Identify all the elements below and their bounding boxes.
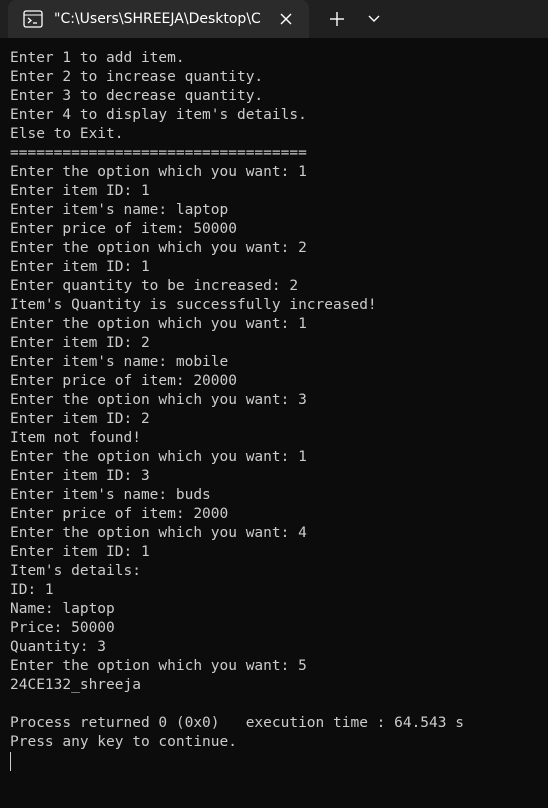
terminal-output[interactable]: Enter 1 to add item. Enter 2 to increase… — [0, 38, 548, 808]
text-cursor — [10, 752, 11, 771]
terminal-line: Enter quantity to be increased: 2 — [10, 278, 299, 294]
tab-title: "C:\Users\SHREEJA\Desktop\C — [54, 11, 261, 27]
terminal-line: Enter the option which you want: 1 — [10, 449, 307, 465]
terminal-tab[interactable]: "C:\Users\SHREEJA\Desktop\C — [8, 0, 309, 38]
terminal-line: Enter item's name: mobile — [10, 354, 229, 370]
terminal-line: Enter 3 to decrease quantity. — [10, 88, 264, 104]
terminal-line: Enter the option which you want: 5 — [10, 658, 307, 674]
terminal-line: Else to Exit. — [10, 126, 124, 142]
terminal-line: Enter item ID: 2 — [10, 335, 150, 351]
terminal-line: Enter price of item: 50000 — [10, 221, 237, 237]
terminal-line: Name: laptop — [10, 601, 115, 617]
terminal-line: Price: 50000 — [10, 620, 115, 636]
close-icon[interactable] — [276, 9, 296, 29]
terminal-line: Enter item's name: laptop — [10, 202, 229, 218]
terminal-line: Item's details: — [10, 563, 141, 579]
terminal-line: Enter the option which you want: 3 — [10, 392, 307, 408]
terminal-line: Enter price of item: 20000 — [10, 373, 237, 389]
terminal-line: Quantity: 3 — [10, 639, 107, 655]
plus-icon[interactable] — [322, 6, 352, 32]
terminal-line: Enter 2 to increase quantity. — [10, 69, 264, 85]
title-bar: "C:\Users\SHREEJA\Desktop\C — [0, 0, 548, 38]
terminal-line: Enter 4 to display item's details. — [10, 107, 307, 123]
terminal-line: Process returned 0 (0x0) execution time … — [10, 715, 464, 731]
terminal-line: Item's Quantity is successfully increase… — [10, 297, 377, 313]
terminal-line: Enter item ID: 2 — [10, 411, 150, 427]
terminal-window: "C:\Users\SHREEJA\Desktop\C Enter 1 to a… — [0, 0, 548, 808]
terminal-line: Enter item ID: 1 — [10, 183, 150, 199]
terminal-line: Enter item's name: buds — [10, 487, 211, 503]
terminal-line: Enter item ID: 1 — [10, 259, 150, 275]
terminal-line: Enter the option which you want: 1 — [10, 316, 307, 332]
terminal-lines: Enter 1 to add item. Enter 2 to increase… — [10, 49, 464, 752]
terminal-line: Item not found! — [10, 430, 141, 446]
terminal-line: Enter the option which you want: 1 — [10, 164, 307, 180]
terminal-line: Enter the option which you want: 4 — [10, 525, 307, 541]
terminal-line: ================================== — [10, 145, 307, 161]
console-icon — [23, 10, 43, 28]
terminal-line: Press any key to continue. — [10, 734, 237, 750]
terminal-line: 24CE132_shreeja — [10, 677, 141, 693]
terminal-line: Enter 1 to add item. — [10, 50, 185, 66]
terminal-line: Enter item ID: 3 — [10, 468, 150, 484]
chevron-down-icon[interactable] — [360, 6, 388, 32]
terminal-line: Enter the option which you want: 2 — [10, 240, 307, 256]
terminal-line: ID: 1 — [10, 582, 54, 598]
terminal-line: Enter price of item: 2000 — [10, 506, 229, 522]
terminal-line: Enter item ID: 1 — [10, 544, 150, 560]
